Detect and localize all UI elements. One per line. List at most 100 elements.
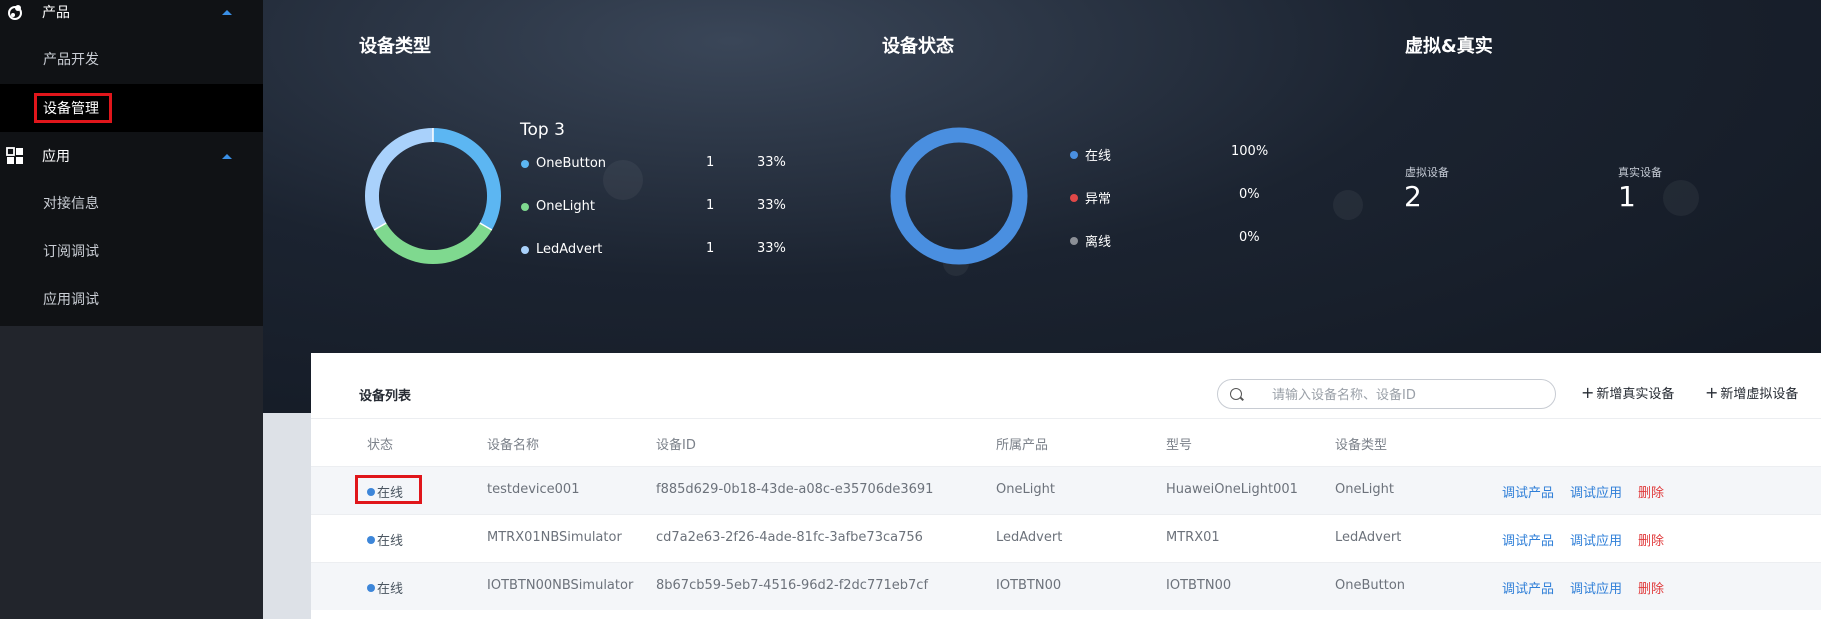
legend-item: 离线: [1070, 231, 1111, 250]
debug-product-link[interactable]: 调试产品: [1502, 482, 1554, 501]
search-box[interactable]: [1217, 379, 1556, 409]
debug-product-link[interactable]: 调试产品: [1502, 530, 1554, 549]
panel-title: 设备类型: [359, 36, 431, 57]
device-type: OneButton: [1335, 578, 1406, 593]
button-label: 新增虚拟设备: [1720, 387, 1799, 402]
legend-item: OneLight: [521, 199, 595, 214]
sidebar-item-label: 设备管理: [43, 101, 99, 117]
status-text: 在线: [377, 534, 404, 549]
sidebar-group-product[interactable]: 产品: [0, 0, 263, 32]
donut-segment-ledadvert: [364, 128, 433, 230]
device-list-card: 设备列表 +新增真实设备 +新增虚拟设备 状态 设备名称 设备ID 所属产品 型…: [311, 353, 1821, 619]
column-header-product: 所属产品: [996, 438, 1049, 453]
add-real-device-button[interactable]: + 新增真实设备: [1581, 383, 1674, 402]
status-text: 在线: [377, 582, 404, 597]
legend-count: 1: [706, 198, 715, 213]
device-name: MTRX01NBSimulator: [487, 530, 622, 545]
legend-percent: 33%: [757, 198, 786, 213]
device-model: IOTBTN00: [1166, 578, 1232, 593]
device-list-title: 设备列表: [359, 389, 412, 404]
search-icon: [1230, 388, 1242, 400]
legend-percent: 100%: [1231, 144, 1269, 159]
legend-item: OneButton: [521, 156, 606, 171]
donut-segment-online: [890, 127, 1028, 265]
sidebar-item-product-dev[interactable]: 产品开发: [0, 35, 263, 83]
status-dot-icon: [367, 487, 375, 496]
debug-app-link[interactable]: 调试应用: [1570, 482, 1622, 501]
column-header-status: 状态: [367, 438, 394, 453]
device-model: HuaweiOneLight001: [1166, 482, 1298, 497]
status-dot-icon: [367, 583, 375, 592]
content-gutter: [263, 413, 311, 619]
table-header: 状态 设备名称 设备ID 所属产品 型号 设备类型: [311, 418, 1821, 466]
legend-title: Top 3: [520, 120, 565, 140]
donut-segment-onebutton: [433, 128, 502, 230]
add-virtual-device-button[interactable]: + 新增虚拟设备: [1705, 383, 1798, 402]
legend-percent: 0%: [1239, 187, 1260, 202]
debug-app-link[interactable]: 调试应用: [1570, 530, 1622, 549]
search-input[interactable]: [1272, 384, 1542, 406]
legend-dot-icon: [1070, 236, 1078, 245]
legend-percent: 33%: [757, 155, 786, 170]
device-name: testdevice001: [487, 482, 580, 497]
table-row: 在线 MTRX01NBSimulator cd7a2e63-2f26-4ade-…: [311, 514, 1821, 562]
sidebar-group-application[interactable]: 应用: [0, 136, 263, 176]
virtual-device-count: 2: [1404, 180, 1422, 213]
device-type-donut-chart: [364, 128, 502, 265]
plus-icon: +: [1581, 383, 1595, 402]
sidebar-item-app-debug[interactable]: 应用调试: [0, 275, 263, 323]
device-name: IOTBTN00NBSimulator: [487, 578, 634, 593]
debug-app-link[interactable]: 调试应用: [1570, 578, 1622, 597]
status-badge: 在线: [367, 530, 403, 549]
legend-dot-icon: [1070, 150, 1078, 159]
debug-product-link[interactable]: 调试产品: [1502, 578, 1554, 597]
sidebar-item-label: 产品开发: [43, 52, 99, 68]
plus-icon: +: [1705, 383, 1719, 402]
chevron-up-icon[interactable]: [222, 9, 232, 15]
legend-label: 在线: [1085, 149, 1112, 164]
device-status-panel: 设备状态 在线 100% 异常 0% 离线 0%: [834, 0, 1334, 353]
sidebar-group-label: 应用: [42, 149, 70, 165]
legend-percent: 33%: [757, 241, 786, 256]
table-row: 在线 testdevice001 f885d629-0b18-43de-a08c…: [311, 466, 1821, 514]
sidebar: 产品 产品开发 设备管理 应用 对接信息 订阅调试 应用调试: [0, 0, 263, 619]
device-status-donut-chart: [890, 127, 1028, 265]
delete-link[interactable]: 删除: [1638, 530, 1664, 549]
legend-label: OneLight: [536, 199, 595, 214]
device-type: LedAdvert: [1335, 530, 1402, 545]
product-icon: [8, 5, 22, 20]
donut-segment-onelight: [374, 223, 492, 265]
legend-count: 1: [706, 155, 715, 170]
legend-count: 1: [706, 241, 715, 256]
device-id: cd7a2e63-2f26-4ade-81fc-3afbe73ca756: [656, 530, 923, 545]
legend-label: 异常: [1085, 192, 1112, 207]
legend-dot-icon: [1070, 193, 1078, 202]
chevron-up-icon[interactable]: [222, 153, 232, 159]
legend-percent: 0%: [1239, 230, 1260, 245]
sidebar-item-device-management[interactable]: 设备管理: [0, 84, 263, 132]
sidebar-item-label: 对接信息: [43, 196, 99, 212]
table-row: 在线 IOTBTN00NBSimulator 8b67cb59-5eb7-451…: [311, 562, 1821, 610]
device-id: f885d629-0b18-43de-a08c-e35706de3691: [656, 482, 934, 497]
status-text: 在线: [377, 486, 404, 501]
device-product: LedAdvert: [996, 530, 1063, 545]
delete-link[interactable]: 删除: [1638, 578, 1664, 597]
device-model: MTRX01: [1166, 530, 1220, 545]
device-type-panel: 设备类型 Top 3 OneButton 1 33% OneLight 1 33…: [311, 0, 811, 353]
sidebar-item-label: 应用调试: [43, 292, 99, 308]
device-type: OneLight: [1335, 482, 1394, 497]
delete-link[interactable]: 删除: [1638, 482, 1664, 501]
sidebar-item-subscription-debug[interactable]: 订阅调试: [0, 227, 263, 275]
status-badge: 在线: [367, 482, 403, 501]
status-dot-icon: [367, 535, 375, 544]
real-device-count: 1: [1618, 180, 1636, 213]
panel-title: 设备状态: [882, 36, 954, 57]
legend-dot-icon: [521, 159, 529, 168]
column-header-model: 型号: [1166, 438, 1193, 453]
device-id: 8b67cb59-5eb7-4516-96d2-f2dc771eb7cf: [656, 578, 929, 593]
device-product: IOTBTN00: [996, 578, 1062, 593]
legend-dot-icon: [521, 202, 529, 211]
sidebar-item-integration-info[interactable]: 对接信息: [0, 179, 263, 227]
virtual-real-panel: 虚拟&真实 虚拟设备 2 真实设备 1: [1357, 0, 1821, 353]
panel-title: 虚拟&真实: [1405, 36, 1493, 57]
